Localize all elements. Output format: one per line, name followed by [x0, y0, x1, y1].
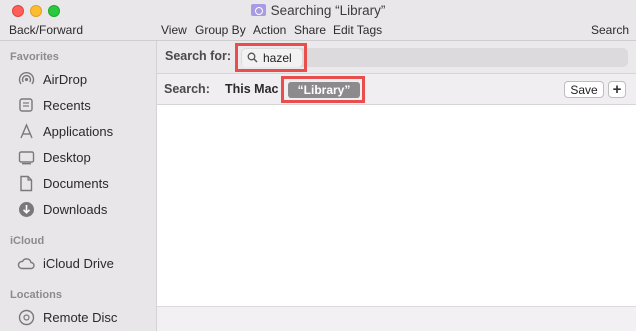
icloud-icon — [17, 254, 35, 272]
sidebar-item-icloud-drive[interactable]: iCloud Drive — [17, 253, 114, 273]
sidebar-header-icloud: iCloud — [10, 235, 45, 247]
disc-icon — [17, 308, 35, 326]
status-bar — [157, 306, 636, 331]
scope-library-button[interactable]: “Library” — [288, 82, 360, 98]
window-toolbar: Searching “Library” Back/Forward View Gr… — [0, 0, 636, 41]
airdrop-icon — [17, 70, 35, 88]
sidebar-item-applications[interactable]: Applications — [17, 121, 113, 141]
magnifier-icon — [247, 51, 258, 66]
sidebar-item-documents[interactable]: Documents — [17, 173, 109, 193]
search-results-area[interactable] — [157, 105, 636, 306]
recents-icon — [17, 96, 35, 114]
search-for-bar: Search for: hazel — [157, 41, 636, 74]
back-forward-button[interactable]: Back/Forward — [9, 23, 83, 37]
sidebar-item-label: AirDrop — [43, 71, 88, 87]
downloads-icon — [17, 200, 35, 218]
sidebar-item-label: iCloud Drive — [43, 255, 114, 271]
search-scope-label: Search: — [164, 82, 210, 96]
sidebar-item-label: Downloads — [43, 201, 108, 217]
window-title: Searching “Library” — [270, 3, 386, 18]
sidebar-item-label: Desktop — [43, 149, 91, 165]
sidebar-item-remote-disc[interactable]: Remote Disc — [17, 307, 117, 327]
action-button[interactable]: Action — [253, 23, 286, 37]
sidebar-item-desktop[interactable]: Desktop — [17, 147, 91, 167]
smart-folder-icon — [250, 4, 266, 16]
sidebar-header-favorites: Favorites — [10, 51, 59, 63]
scope-this-mac-button[interactable]: This Mac — [225, 82, 279, 96]
search-token-text: hazel — [263, 51, 292, 65]
sidebar-item-label: Recents — [43, 97, 91, 113]
sidebar-item-label: Documents — [43, 175, 109, 191]
sidebar-item-airdrop[interactable]: AirDrop — [17, 69, 87, 89]
sidebar-item-label: Remote Disc — [43, 309, 118, 325]
save-search-button[interactable]: Save — [564, 81, 604, 98]
add-criteria-button[interactable]: + — [608, 81, 626, 98]
sidebar-item-recents[interactable]: Recents — [17, 95, 91, 115]
sidebar-header-locations: Locations — [10, 289, 62, 301]
search-toolbar-button[interactable]: Search — [591, 23, 629, 37]
sidebar-item-downloads[interactable]: Downloads — [17, 199, 107, 219]
documents-icon — [17, 174, 35, 192]
search-for-label: Search for: — [165, 49, 231, 63]
share-button[interactable]: Share — [294, 23, 326, 37]
applications-icon — [17, 122, 35, 140]
window-title-area: Searching “Library” — [0, 3, 636, 18]
group-by-button[interactable]: Group By — [195, 23, 246, 37]
sidebar: Favorites AirDrop Recents Applications D… — [0, 41, 157, 331]
search-token[interactable]: hazel — [242, 49, 302, 67]
search-scope-bar: Search: This Mac “Library” Save + — [157, 74, 636, 105]
edit-tags-button[interactable]: Edit Tags — [333, 23, 382, 37]
view-button[interactable]: View — [161, 23, 187, 37]
desktop-icon — [17, 148, 35, 166]
sidebar-item-label: Applications — [43, 123, 114, 139]
